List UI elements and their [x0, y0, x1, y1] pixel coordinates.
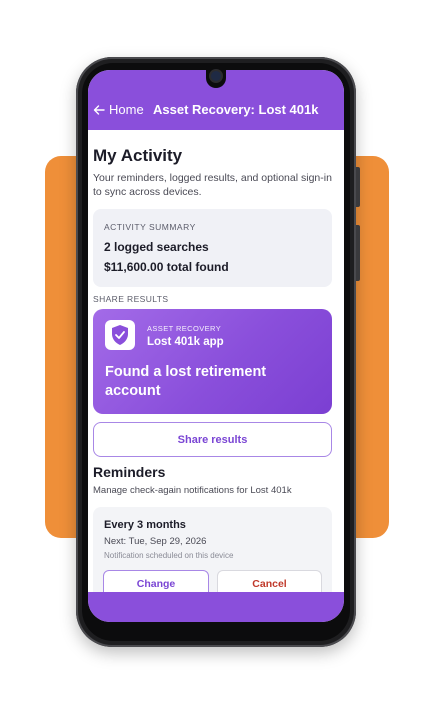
- reminder-frequency: Every 3 months: [104, 519, 186, 531]
- power-button: [356, 225, 360, 281]
- summary-caption: ACTIVITY SUMMARY: [104, 222, 196, 232]
- reminder-note: Notification scheduled on this device: [104, 551, 234, 560]
- volume-button: [356, 167, 360, 207]
- cancel-reminder-button[interactable]: Cancel: [217, 570, 322, 592]
- share-results-caption: SHARE RESULTS: [93, 294, 169, 304]
- app-bar-title: Asset Recovery: Lost 401k: [153, 102, 319, 117]
- reminder-card: Every 3 months Next: Tue, Sep 29, 2026 N…: [93, 507, 332, 592]
- back-label: Home: [109, 102, 144, 117]
- main-content[interactable]: My Activity Your reminders, logged resul…: [88, 130, 344, 592]
- reminders-title: Reminders: [93, 464, 166, 480]
- total-found-amount: $11,600.00 total found: [104, 260, 229, 274]
- change-reminder-button[interactable]: Change: [103, 570, 209, 592]
- stage: Home Asset Recovery: Lost 401k My Activi…: [0, 0, 434, 704]
- app-logo: [105, 320, 135, 350]
- shield-check-icon: [112, 325, 128, 345]
- page-title: My Activity: [93, 146, 183, 165]
- share-card-brand: ASSET RECOVERY: [147, 324, 222, 333]
- front-camera: [206, 68, 226, 88]
- share-preview-card: ASSET RECOVERY Lost 401k app Found a los…: [93, 309, 332, 414]
- logged-searches-count: 2 logged searches: [104, 240, 209, 254]
- share-results-button[interactable]: Share results: [93, 422, 332, 457]
- share-card-headline: Found a lost retirement account: [105, 364, 267, 399]
- page-subtitle: Your reminders, logged results, and opti…: [93, 172, 332, 198]
- reminders-subtitle: Manage check-again notifications for Los…: [93, 485, 292, 496]
- activity-summary-card: ACTIVITY SUMMARY 2 logged searches $11,6…: [93, 209, 332, 287]
- phone-screen: Home Asset Recovery: Lost 401k My Activi…: [88, 70, 344, 622]
- reminder-next-date: Next: Tue, Sep 29, 2026: [104, 536, 207, 547]
- camera-lens: [211, 71, 221, 81]
- bottom-bar: [88, 592, 344, 622]
- home-back-button[interactable]: Home: [93, 102, 144, 117]
- share-card-app-name: Lost 401k app: [147, 336, 224, 348]
- arrow-left-icon: [93, 104, 105, 115]
